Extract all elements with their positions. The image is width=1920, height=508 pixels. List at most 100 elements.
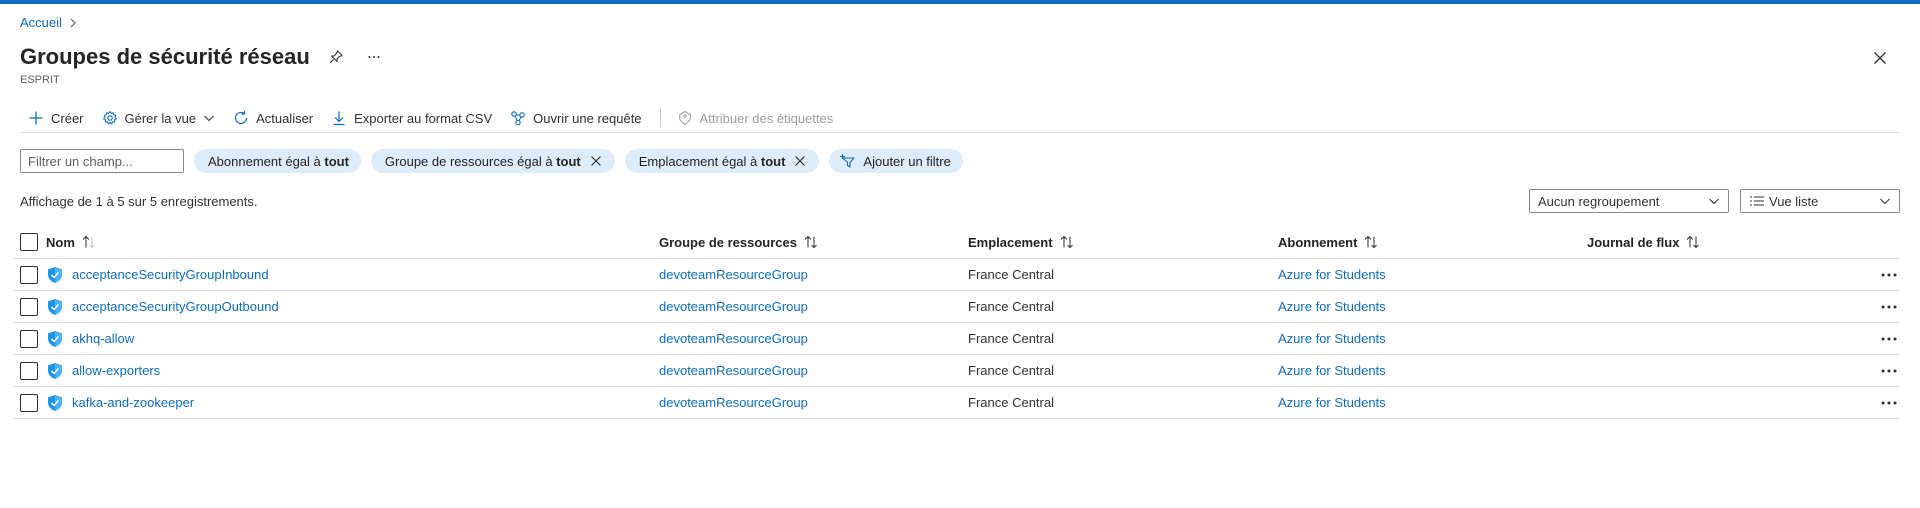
export-csv-button[interactable]: Exporter au format CSV: [323, 104, 502, 132]
subscription-link[interactable]: Azure for Students: [1278, 267, 1386, 282]
filter-bar: Abonnement égal à tout Groupe de ressour…: [20, 149, 963, 173]
row-select-cell: [20, 387, 38, 418]
select-all-cell: [20, 226, 38, 258]
manage-view-button[interactable]: Gérer la vue: [94, 104, 226, 132]
filter-pill-value: tout: [760, 153, 786, 169]
view-dropdown-value: Vue liste: [1749, 194, 1818, 209]
refresh-button[interactable]: Actualiser: [225, 104, 323, 132]
sort-icon[interactable]: [1363, 235, 1379, 249]
filter-pill-subscription[interactable]: Abonnement égal à tout: [194, 149, 361, 173]
shield-icon: [48, 330, 62, 347]
row-checkbox[interactable]: [20, 329, 38, 348]
column-header-resource-group[interactable]: Groupe de ressources: [659, 226, 819, 258]
subscription-cell: Azure for Students: [1278, 323, 1386, 354]
resource-name-link[interactable]: allow-exporters: [72, 363, 160, 378]
view-dropdown[interactable]: Vue liste: [1740, 189, 1900, 213]
name-cell: kafka-and-zookeeper: [46, 387, 194, 418]
resource-group-link[interactable]: devoteamResourceGroup: [659, 267, 808, 282]
create-button[interactable]: Créer: [20, 104, 94, 132]
row-more-icon[interactable]: [1878, 387, 1900, 418]
open-query-label: Ouvrir une requête: [533, 110, 642, 126]
subscription-link[interactable]: Azure for Students: [1278, 331, 1386, 346]
toolbar-separator: [659, 109, 661, 127]
refresh-icon: [234, 111, 248, 125]
column-header-label: Journal de flux: [1587, 234, 1680, 250]
name-cell: acceptanceSecurityGroupOutbound: [46, 291, 279, 322]
grouping-dropdown[interactable]: Aucun regroupement: [1529, 189, 1729, 213]
pin-icon[interactable]: [324, 45, 348, 69]
sort-ascending-icon[interactable]: [81, 235, 97, 249]
filter-pill-label: Abonnement égal à: [208, 153, 325, 169]
open-query-button[interactable]: Ouvrir une requête: [502, 104, 651, 132]
filter-pill-location[interactable]: Emplacement égal à tout: [624, 149, 820, 173]
command-bar: Créer Gérer la vue Actualiser Exporter a…: [20, 104, 1900, 132]
resource-name-link[interactable]: acceptanceSecurityGroupInbound: [72, 267, 269, 282]
sort-icon[interactable]: [1685, 235, 1701, 249]
row-checkbox[interactable]: [20, 265, 38, 284]
title-row: Groupes de sécurité réseau: [20, 44, 386, 70]
row-more-icon[interactable]: [1878, 259, 1900, 290]
column-header-name[interactable]: Nom: [46, 226, 97, 258]
records-count: Affichage de 1 à 5 sur 5 enregistrements…: [20, 194, 258, 209]
select-all-checkbox[interactable]: [20, 233, 38, 251]
column-header-location[interactable]: Emplacement: [968, 226, 1075, 258]
resource-group-link[interactable]: devoteamResourceGroup: [659, 395, 808, 410]
resource-group-link[interactable]: devoteamResourceGroup: [659, 363, 808, 378]
row-select-cell: [20, 259, 38, 290]
assign-tags-button[interactable]: Attribuer des étiquettes: [669, 104, 844, 132]
row-checkbox[interactable]: [20, 393, 38, 412]
view-selected: Vue liste: [1769, 193, 1819, 209]
shield-icon: [48, 362, 62, 379]
filter-pill-label: Groupe de ressources égal à: [384, 153, 557, 169]
close-icon[interactable]: [589, 154, 603, 168]
table-row: acceptanceSecurityGroupInbound devoteamR…: [14, 259, 1900, 291]
row-more-icon[interactable]: [1878, 323, 1900, 354]
resources-table: Nom Groupe de ressources Emplacement Abo…: [14, 226, 1900, 419]
plus-icon: [29, 111, 43, 125]
sort-icon[interactable]: [1059, 235, 1075, 249]
column-header-flow-log[interactable]: Journal de flux: [1587, 226, 1701, 258]
subscription-link[interactable]: Azure for Students: [1278, 363, 1386, 378]
more-options-icon[interactable]: [362, 45, 386, 69]
chevron-right-icon: [70, 18, 76, 27]
location-cell: France Central: [968, 395, 1054, 410]
subscription-cell: Azure for Students: [1278, 387, 1386, 418]
resource-name-link[interactable]: acceptanceSecurityGroupOutbound: [72, 299, 279, 314]
add-filter-button[interactable]: Ajouter un filtre: [829, 149, 963, 173]
table-row: acceptanceSecurityGroupOutbound devoteam…: [14, 291, 1900, 323]
breadcrumb-home-link[interactable]: Accueil: [20, 15, 62, 30]
resource-group-cell: devoteamResourceGroup: [659, 323, 808, 354]
shield-icon: [48, 394, 62, 411]
filter-pill-resource-group[interactable]: Groupe de ressources égal à tout: [370, 149, 615, 173]
subscription-link[interactable]: Azure for Students: [1278, 395, 1386, 410]
sort-icon[interactable]: [803, 235, 819, 249]
resource-name-link[interactable]: akhq-allow: [72, 331, 134, 346]
location-cell: France Central: [968, 331, 1054, 346]
subscription-cell: Azure for Students: [1278, 259, 1386, 290]
row-more-icon[interactable]: [1878, 355, 1900, 386]
resource-group-cell: devoteamResourceGroup: [659, 259, 808, 290]
grouping-selected: Aucun regroupement: [1538, 193, 1660, 209]
shield-icon: [48, 298, 62, 315]
column-header-label: Abonnement: [1278, 234, 1358, 250]
resource-group-link[interactable]: devoteamResourceGroup: [659, 331, 808, 346]
filter-pill-value: tout: [324, 153, 349, 169]
close-icon[interactable]: [793, 154, 807, 168]
table-row: kafka-and-zookeeper devoteamResourceGrou…: [14, 387, 1900, 419]
subscription-link[interactable]: Azure for Students: [1278, 299, 1386, 314]
location-cell: France Central: [968, 267, 1054, 282]
resource-group-cell: devoteamResourceGroup: [659, 291, 808, 322]
chevron-down-icon: [1880, 198, 1890, 205]
resource-group-link[interactable]: devoteamResourceGroup: [659, 299, 808, 314]
row-checkbox[interactable]: [20, 361, 38, 380]
column-header-subscription[interactable]: Abonnement: [1278, 226, 1379, 258]
shield-icon: [48, 266, 62, 283]
resource-name-link[interactable]: kafka-and-zookeeper: [72, 395, 194, 410]
close-icon[interactable]: [1868, 46, 1892, 70]
filter-input[interactable]: [20, 149, 184, 173]
row-more-icon[interactable]: [1878, 291, 1900, 322]
row-select-cell: [20, 355, 38, 386]
page-title: Groupes de sécurité réseau: [20, 44, 310, 69]
create-label: Créer: [51, 110, 84, 126]
row-checkbox[interactable]: [20, 297, 38, 316]
